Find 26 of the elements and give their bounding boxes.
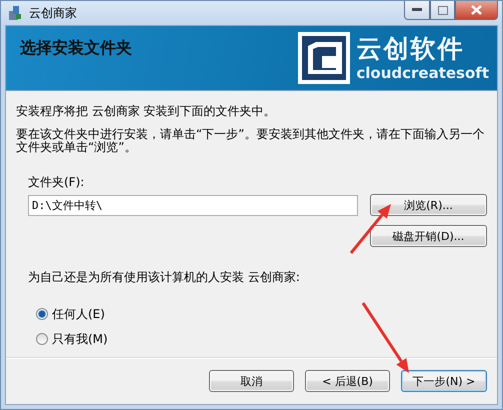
close-button[interactable]	[455, 1, 498, 20]
folder-field[interactable]: D:\文件中转\	[28, 195, 358, 216]
intro-text: 安装程序将把 云创商家 安装到下面的文件夹中。	[16, 105, 277, 118]
next-button[interactable]: 下一步(N) >	[401, 370, 487, 392]
page-heading: 选择安装文件夹	[20, 38, 132, 59]
annotation-arrow	[362, 302, 409, 373]
scope-question: 为自己还是为所有使用该计算机的人安装 云创商家:	[28, 271, 301, 284]
minimize-icon	[412, 8, 422, 12]
annotation-arrow	[350, 204, 391, 254]
logo-name: 云创软件	[356, 34, 466, 64]
installer-icon	[7, 5, 23, 21]
radio-option[interactable]: 只有我(M)	[36, 331, 487, 347]
logo-icon	[298, 32, 350, 84]
folder-label: 文件夹(F):	[28, 176, 86, 189]
disk-cost-button[interactable]: 磁盘开销(D)...	[370, 225, 487, 247]
browse-button[interactable]: 浏览(R)...	[370, 194, 487, 216]
maximize-button[interactable]	[430, 1, 455, 20]
maximize-icon	[438, 6, 448, 14]
instructions-text: 要在该文件夹中进行安装，请单击“下一步”。要安装到其他文件夹，请在下面输入另一个文件夹或单击“浏览”。	[16, 128, 486, 154]
cancel-button[interactable]: 取消	[209, 370, 294, 392]
radio-option[interactable]: 任何人(E)	[36, 306, 487, 322]
close-icon	[471, 5, 482, 15]
back-button[interactable]: < 后退(B)	[305, 370, 390, 392]
minimize-button[interactable]	[404, 1, 430, 20]
window-title: 云创商家	[29, 4, 78, 22]
logo-subtitle: cloudcreatesoft	[356, 64, 489, 82]
